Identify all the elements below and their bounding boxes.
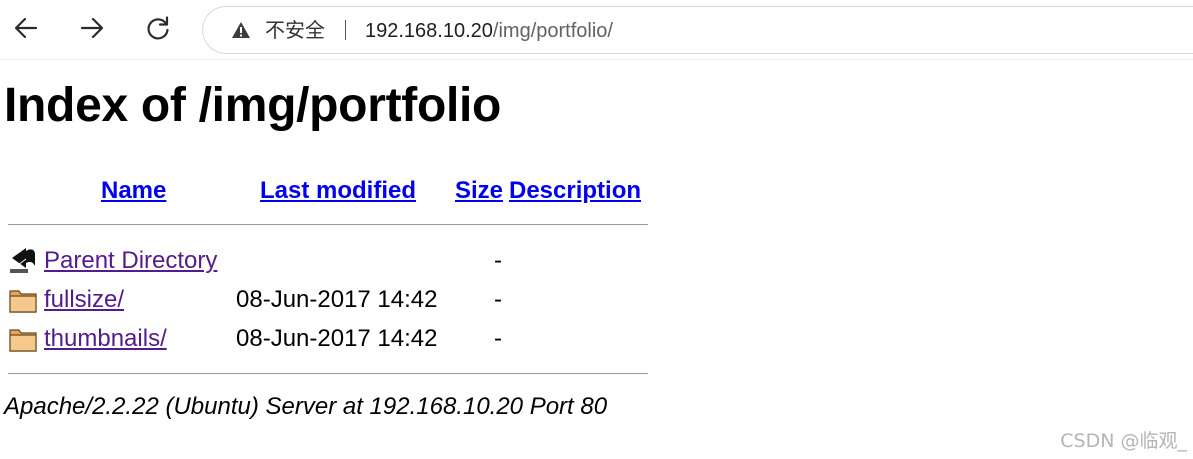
row-size: - <box>494 247 502 274</box>
reload-button[interactable] <box>140 10 176 46</box>
header-divider <box>8 224 648 225</box>
security-status-label[interactable]: 不安全 <box>265 17 325 43</box>
watermark: CSDN @临观_ <box>1060 430 1187 452</box>
list-item: Parent Directory - <box>0 246 700 280</box>
row-size: - <box>494 325 502 352</box>
row-size: - <box>494 286 502 313</box>
sort-by-size-link[interactable]: Size <box>455 177 503 204</box>
page-content: Index of /img/portfolio Name Last modifi… <box>0 60 1193 459</box>
sort-by-name-link[interactable]: Name <box>101 177 166 204</box>
omnibox-divider <box>345 20 346 40</box>
folder-icon <box>9 290 37 313</box>
server-signature: Apache/2.2.22 (Ubuntu) Server at 192.168… <box>4 393 608 420</box>
address-bar[interactable]: 不安全 192.168.10.20/img/portfolio/ <box>202 6 1193 54</box>
footer-divider <box>8 373 648 374</box>
reload-icon <box>147 16 169 40</box>
url-path: /img/portfolio/ <box>492 20 613 42</box>
arrow-right-icon <box>80 17 104 39</box>
column-header-description[interactable]: Description <box>509 176 641 206</box>
sort-by-description-link[interactable]: Description <box>509 177 641 204</box>
back-button[interactable] <box>8 10 44 46</box>
list-item: fullsize/ 08-Jun-2017 14:42 - <box>0 285 700 319</box>
row-modified: 08-Jun-2017 14:42 <box>236 286 438 313</box>
page-title: Index of /img/portfolio <box>4 79 502 132</box>
folder-icon <box>9 329 37 352</box>
row-modified: 08-Jun-2017 14:42 <box>236 325 438 352</box>
back-arrow-icon <box>10 248 35 273</box>
parent-directory-link[interactable]: Parent Directory <box>44 246 217 276</box>
list-item: thumbnails/ 08-Jun-2017 14:42 - <box>0 324 700 358</box>
column-header-last-modified[interactable]: Last modified <box>260 176 416 206</box>
arrow-left-icon <box>14 17 38 39</box>
folder-link-thumbnails[interactable]: thumbnails/ <box>44 324 167 354</box>
folder-link-fullsize[interactable]: fullsize/ <box>44 285 124 315</box>
column-header-name[interactable]: Name <box>101 176 166 206</box>
url-host: 192.168.10.20 <box>365 20 493 42</box>
forward-button[interactable] <box>74 10 110 46</box>
sort-by-last-modified-link[interactable]: Last modified <box>260 177 416 204</box>
column-header-size[interactable]: Size <box>455 176 503 206</box>
url-text[interactable]: 192.168.10.20/img/portfolio/ <box>365 18 613 44</box>
browser-toolbar: 不安全 192.168.10.20/img/portfolio/ <box>0 0 1193 60</box>
warning-icon[interactable] <box>231 21 251 39</box>
